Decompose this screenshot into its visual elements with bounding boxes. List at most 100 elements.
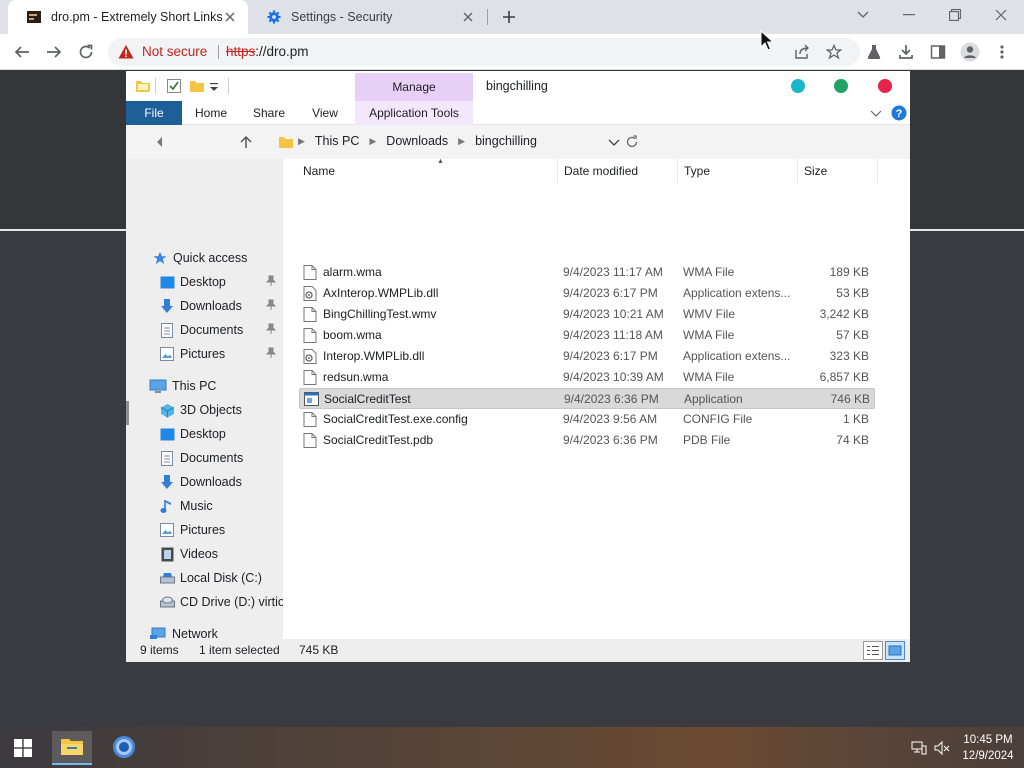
breadcrumb-downloads[interactable]: Downloads: [386, 134, 448, 148]
windows-start-icon[interactable]: [14, 739, 32, 757]
share-icon[interactable]: [791, 41, 813, 63]
restore-icon[interactable]: [944, 4, 966, 26]
status-bar: 9 items 1 item selected 745 KB: [126, 639, 910, 662]
file-size: 1 KB: [842, 412, 869, 426]
tab-close-icon[interactable]: [460, 9, 476, 25]
minimize-icon[interactable]: [898, 4, 920, 26]
back-icon[interactable]: [11, 41, 33, 63]
svg-text:?: ?: [896, 108, 903, 120]
file-name: SocialCreditTest: [324, 392, 411, 406]
file-size: 57 KB: [836, 328, 869, 342]
customize-qat-chevron-icon[interactable]: [209, 78, 225, 94]
up-arrow-icon[interactable]: [238, 134, 254, 150]
expand-ribbon-chevron-icon[interactable]: [870, 107, 882, 119]
column-header-size[interactable]: Size: [798, 159, 878, 183]
tab-application-tools[interactable]: Application Tools: [355, 101, 473, 125]
file-row[interactable]: redsun.wma 9/4/2023 10:39 AM WMA File 6,…: [299, 367, 875, 388]
file-name: boom.wma: [323, 328, 382, 342]
address-bar[interactable]: Not secure https://dro.pm: [108, 38, 860, 66]
videos-icon: [159, 546, 175, 562]
breadcrumb-bingchilling[interactable]: bingchilling: [475, 134, 537, 148]
close-window-icon[interactable]: [990, 4, 1012, 26]
more-menu-icon[interactable]: [991, 41, 1013, 63]
nav-documents[interactable]: Documents: [126, 446, 283, 470]
volume-muted-icon[interactable]: [934, 740, 950, 756]
cube-icon: [159, 402, 175, 418]
taskbar-file-explorer[interactable]: [52, 731, 92, 765]
file-row-selected[interactable]: SocialCreditTest 9/4/2023 6:36 PM Applic…: [299, 388, 875, 409]
not-secure-label[interactable]: Not secure: [142, 44, 207, 59]
new-folder-icon[interactable]: [189, 78, 205, 94]
file-list: ▲ Name Date modified Type Size alarm.wma…: [283, 158, 910, 639]
tab-home[interactable]: Home: [188, 101, 234, 125]
network-tray-icon[interactable]: [911, 740, 927, 756]
reload-icon[interactable]: [75, 41, 97, 63]
address-row: ▶ This PC ▶ Downloads ▶ bingchilling: [126, 125, 910, 159]
nav-downloads[interactable]: Downloads: [126, 470, 283, 494]
tab-file[interactable]: File: [126, 101, 182, 125]
help-icon[interactable]: ?: [891, 105, 907, 121]
file-row[interactable]: SocialCreditTest.exe.config 9/4/2023 9:5…: [299, 409, 875, 430]
properties-check-icon[interactable]: [166, 78, 182, 94]
nav-desktop-pinned[interactable]: Desktop: [126, 270, 283, 294]
red-dot-icon[interactable]: [878, 79, 892, 93]
nav-quick-access[interactable]: Quick access: [126, 246, 283, 270]
file-type: WMA File: [683, 370, 735, 384]
teal-dot-icon[interactable]: [791, 79, 805, 93]
tab-view[interactable]: View: [305, 101, 345, 125]
column-label: Size: [804, 164, 828, 178]
column-header-name[interactable]: ▲ Name: [297, 158, 558, 183]
nav-desktop[interactable]: Desktop: [126, 422, 283, 446]
side-panel-icon[interactable]: [927, 41, 949, 63]
url-text[interactable]: https://dro.pm: [226, 44, 309, 59]
file-row[interactable]: alarm.wma 9/4/2023 11:17 AM WMA File 189…: [299, 262, 875, 283]
nav-local-disk-c[interactable]: Local Disk (C:): [126, 566, 283, 590]
file-date: 9/4/2023 9:56 AM: [563, 412, 658, 426]
taskbar-chrome[interactable]: [104, 731, 144, 765]
details-view-icon[interactable]: [863, 641, 883, 660]
refresh-icon[interactable]: [625, 135, 639, 149]
profile-avatar-icon[interactable]: [959, 41, 981, 63]
nav-videos[interactable]: Videos: [126, 542, 283, 566]
new-tab-button[interactable]: [499, 7, 519, 27]
tab-dro-pm[interactable]: dro.pm - Extremely Short Links: [8, 0, 248, 34]
download-icon[interactable]: [895, 41, 917, 63]
nav-pictures-pinned[interactable]: Pictures: [126, 342, 283, 366]
nav-cd-drive-d[interactable]: CD Drive (D:) virtio-: [126, 590, 283, 614]
column-label: Type: [684, 164, 711, 178]
nav-music[interactable]: Music: [126, 494, 283, 518]
file-row[interactable]: Interop.WMPLib.dll 9/4/2023 6:17 PM Appl…: [299, 346, 875, 367]
folder-app-icon: [135, 78, 151, 94]
file-row[interactable]: boom.wma 9/4/2023 11:18 AM WMA File 57 K…: [299, 325, 875, 346]
qat-divider: [228, 78, 229, 94]
column-header-type[interactable]: Type: [678, 159, 798, 183]
nav-pictures[interactable]: Pictures: [126, 518, 283, 542]
downloads-icon: [159, 474, 175, 490]
nav-this-pc[interactable]: This PC: [126, 374, 283, 398]
nav-3d-objects[interactable]: 3D Objects: [126, 398, 283, 422]
green-dot-icon[interactable]: [834, 79, 848, 93]
file-row[interactable]: AxInterop.WMPLib.dll 9/4/2023 6:17 PM Ap…: [299, 283, 875, 304]
breadcrumb-this-pc[interactable]: This PC: [315, 134, 359, 148]
file-size: 746 KB: [830, 392, 870, 406]
tab-close-icon[interactable]: [222, 9, 238, 25]
nav-label: Pictures: [180, 523, 226, 537]
file-size: 323 KB: [829, 349, 869, 363]
bookmark-star-icon[interactable]: [823, 41, 845, 63]
tab-search-chevron-icon[interactable]: [852, 4, 874, 26]
file-row[interactable]: SocialCreditTest.pdb 9/4/2023 6:36 PM PD…: [299, 430, 875, 451]
warning-triangle-icon[interactable]: [118, 44, 134, 60]
tab-settings-security[interactable]: Settings - Security: [248, 0, 486, 34]
extension-flask-icon[interactable]: [863, 41, 885, 63]
tab-share[interactable]: Share: [247, 101, 291, 125]
manage-contextual-tab[interactable]: Manage: [355, 73, 473, 101]
back-arrow-icon[interactable]: [152, 134, 168, 150]
file-row[interactable]: BingChillingTest.wmv 9/4/2023 10:21 AM W…: [299, 304, 875, 325]
address-dropdown-chevron-icon[interactable]: [608, 136, 620, 148]
system-clock[interactable]: 10:45 PM 12/9/2024: [958, 732, 1018, 764]
nav-downloads-pinned[interactable]: Downloads: [126, 294, 283, 318]
column-header-date-modified[interactable]: Date modified: [558, 159, 678, 183]
nav-documents-pinned[interactable]: Documents: [126, 318, 283, 342]
large-icons-view-icon[interactable]: [885, 641, 905, 660]
forward-icon[interactable]: [43, 41, 65, 63]
